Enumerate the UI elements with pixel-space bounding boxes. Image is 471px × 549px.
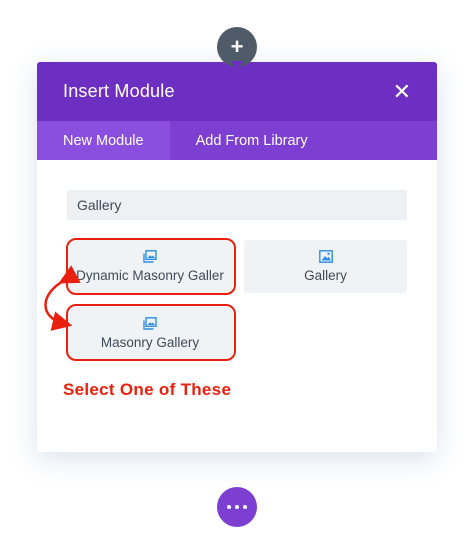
more-dots-icon — [235, 505, 239, 509]
more-dots-icon — [227, 505, 231, 509]
add-row-button[interactable]: + — [217, 27, 257, 69]
insert-module-modal: Insert Module ✕ New Module Add From Libr… — [37, 62, 437, 452]
more-options-button[interactable] — [217, 487, 257, 527]
more-dots-icon — [243, 505, 247, 509]
annotation-text: Select One of These — [63, 380, 232, 399]
plus-icon: + — [230, 34, 244, 59]
